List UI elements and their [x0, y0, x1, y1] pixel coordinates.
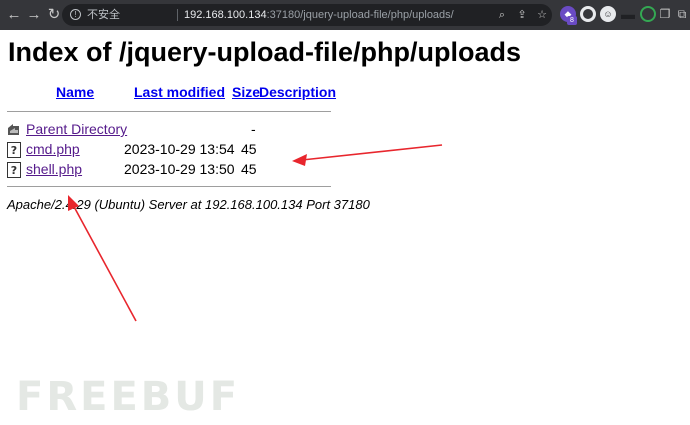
file-size: 45: [241, 161, 257, 177]
watermark-logo: FREEBUF: [16, 374, 241, 420]
url-host: 192.168.100.134: [184, 9, 267, 21]
annotation-arrow: [292, 144, 443, 166]
back-folder-icon: [8, 124, 19, 135]
url-path: :37180/jquery-upload-file/php/uploads/: [266, 9, 454, 21]
forward-arrow-icon[interactable]: →: [24, 0, 44, 30]
warning-icon[interactable]: !: [70, 9, 81, 20]
share-icon[interactable]: ⇪: [514, 4, 530, 26]
sort-by-name-link[interactable]: Name: [56, 84, 94, 100]
address-bar[interactable]: ! 不安全 192.168.100.134:37180/jquery-uploa…: [62, 4, 552, 26]
copy-icon[interactable]: ❐: [657, 6, 673, 22]
file-link-shell-php[interactable]: shell.php: [26, 161, 82, 177]
svg-text:?: ?: [11, 164, 17, 177]
header-divider: [7, 111, 331, 112]
extension-ring-icon[interactable]: [580, 6, 596, 22]
bookmark-star-icon[interactable]: ☆: [534, 4, 550, 26]
annotation-arrow: [68, 195, 137, 322]
file-date: 2023-10-29 13:50: [124, 161, 235, 177]
file-date: 2023-10-29 13:54: [124, 141, 235, 157]
reload-icon[interactable]: ↻: [44, 0, 64, 30]
zoom-icon[interactable]: ⌕: [494, 4, 510, 26]
page-title: Index of /jquery-upload-file/php/uploads: [8, 37, 521, 67]
file-link-cmd-php[interactable]: cmd.php: [26, 141, 80, 157]
parent-directory-link[interactable]: Parent Directory: [26, 121, 127, 137]
svg-text:?: ?: [11, 144, 17, 157]
extension-circle-icon[interactable]: [640, 6, 656, 22]
file-size: 45: [241, 141, 257, 157]
sort-by-size-link[interactable]: Size: [232, 84, 260, 100]
unknown-file-icon: ?: [7, 142, 21, 158]
sort-by-last-modified-link[interactable]: Last modified: [134, 84, 225, 100]
server-signature: Apache/2.4.29 (Ubuntu) Server at 192.168…: [7, 197, 370, 212]
unknown-file-icon: ?: [7, 162, 21, 178]
extension-dash-icon[interactable]: ▬: [620, 6, 636, 22]
extensions-icon[interactable]: ⧉: [674, 6, 690, 22]
extension-badge: 8: [567, 16, 577, 25]
omnibox-divider: [177, 9, 178, 21]
sort-by-description-link[interactable]: Description: [259, 84, 336, 100]
insecure-label[interactable]: 不安全: [87, 4, 120, 26]
url-text[interactable]: 192.168.100.134:37180/jquery-upload-file…: [184, 4, 454, 26]
extension-face-icon[interactable]: ☺: [600, 6, 616, 22]
back-arrow-icon[interactable]: ←: [4, 0, 24, 30]
browser-toolbar: ← → ↻ ! 不安全 192.168.100.134:37180/jquery…: [0, 0, 690, 30]
file-size: -: [251, 121, 256, 137]
footer-divider: [7, 186, 331, 187]
